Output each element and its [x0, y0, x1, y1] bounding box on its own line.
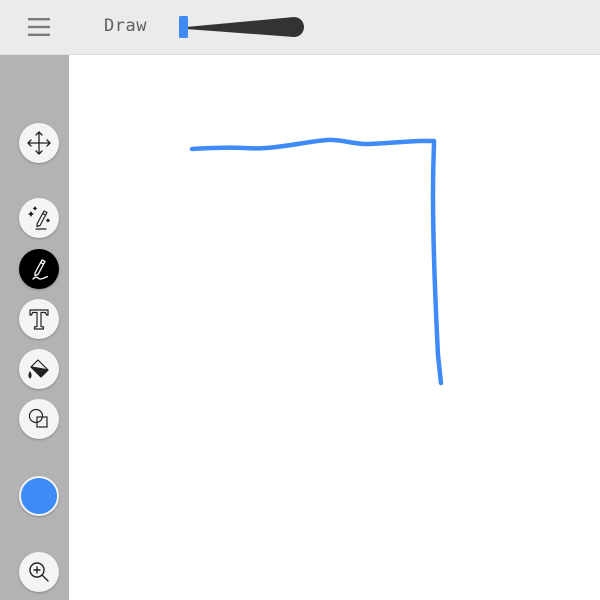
- shapes-icon: [28, 408, 48, 428]
- pen-tool-button[interactable]: [19, 249, 59, 289]
- stroke-width-slider[interactable]: [176, 14, 306, 42]
- paint-bucket-icon: [28, 359, 49, 379]
- zoom-tool-button[interactable]: [19, 552, 59, 592]
- color-picker-swatch[interactable]: [19, 476, 59, 516]
- drawing-surface: [189, 137, 444, 386]
- text-tool-button[interactable]: [19, 299, 59, 339]
- fill-tool-button[interactable]: [19, 349, 59, 389]
- drawn-stroke[interactable]: [189, 137, 444, 386]
- tool-sidebar: [0, 55, 69, 600]
- pen-icon: [32, 259, 48, 280]
- menu-button[interactable]: [18, 12, 60, 42]
- slider-handle[interactable]: [179, 16, 188, 38]
- draw-app: Draw: [0, 0, 600, 600]
- top-bar: Draw: [0, 0, 600, 55]
- app-title: Draw: [104, 16, 147, 36]
- zoom-in-icon: [29, 562, 49, 582]
- shapes-tool-button[interactable]: [19, 399, 59, 439]
- move-tool-button[interactable]: [19, 123, 59, 163]
- move-arrows-icon: [27, 131, 51, 155]
- text-icon: [29, 309, 49, 330]
- stroke-width-slider-icon: [179, 16, 304, 38]
- magic-pen-tool-button[interactable]: [19, 198, 59, 238]
- drawing-canvas[interactable]: [69, 55, 600, 600]
- magic-pen-icon: [28, 206, 50, 230]
- hamburger-menu-icon: [28, 18, 50, 36]
